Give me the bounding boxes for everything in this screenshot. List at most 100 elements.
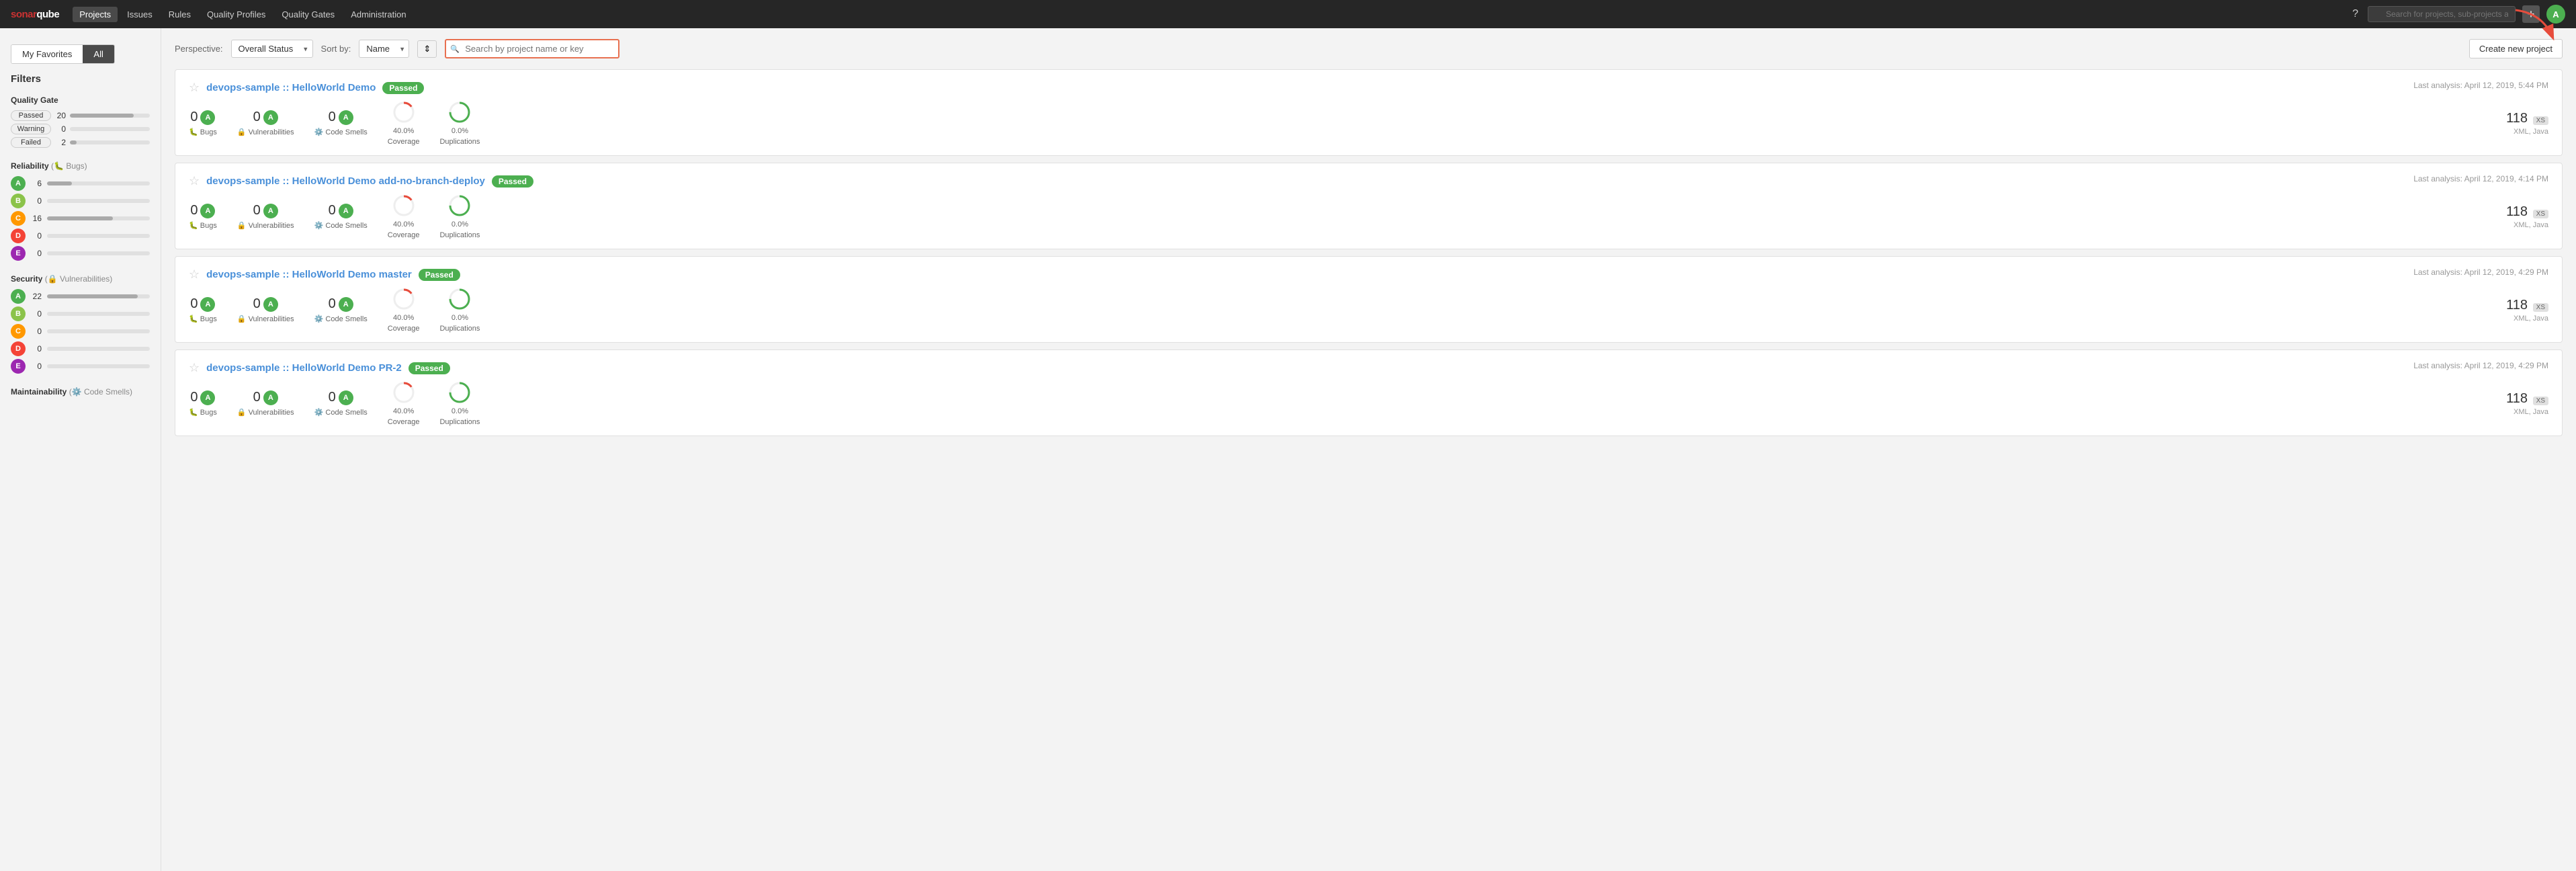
project-search-input[interactable]: [445, 39, 619, 58]
star-icon[interactable]: ☆: [189, 81, 200, 95]
global-search-wrap: [2368, 6, 2516, 22]
vuln-grade: A: [263, 110, 278, 125]
coverage-value: 40.0%: [393, 314, 414, 322]
sortby-select[interactable]: Name: [359, 40, 409, 58]
rel-grade-a-row[interactable]: A 6: [11, 176, 150, 191]
vuln-label: 🔒 Vulnerabilities: [237, 408, 294, 417]
nav-rules[interactable]: Rules: [162, 7, 198, 22]
project-card: ☆ devops-sample :: HelloWorld Demo maste…: [175, 256, 2563, 343]
code-smells-stat: 0 A ⚙️ Code Smells: [314, 203, 368, 230]
card-stats: 0 A 🐛 Bugs 0 A 🔒 Vulnerabilities 0 A ⚙️ …: [189, 287, 2548, 333]
nav-issues[interactable]: Issues: [120, 7, 159, 22]
smells-count: 0: [329, 203, 336, 218]
lines-count: 118: [2506, 204, 2528, 219]
coverage-value: 40.0%: [393, 127, 414, 135]
project-card: ☆ devops-sample :: HelloWorld Demo Passe…: [175, 69, 2563, 156]
smells-label: ⚙️ Code Smells: [314, 221, 368, 230]
top-navigation: sonarqube Projects Issues Rules Quality …: [0, 0, 2576, 28]
project-name-link[interactable]: devops-sample :: HelloWorld Demo master: [206, 269, 412, 280]
vuln-label: 🔒 Vulnerabilities: [237, 128, 294, 136]
project-name-link[interactable]: devops-sample :: HelloWorld Demo PR-2: [206, 362, 402, 374]
sec-grade-a-row[interactable]: A 22: [11, 289, 150, 304]
sec-grade-e-row[interactable]: E 0: [11, 359, 150, 374]
card-header: ☆ devops-sample :: HelloWorld Demo Passe…: [189, 81, 424, 95]
sec-a-count: 22: [31, 292, 42, 301]
coverage-stat: 40.0% Coverage: [388, 380, 420, 426]
rel-grade-c-row[interactable]: C 16: [11, 211, 150, 226]
bugs-stat: 0 A 🐛 Bugs: [189, 296, 217, 323]
project-name-link[interactable]: devops-sample :: HelloWorld Demo: [206, 82, 376, 93]
project-card: ☆ devops-sample :: HelloWorld Demo add-n…: [175, 163, 2563, 249]
help-button[interactable]: ?: [2350, 5, 2361, 23]
global-search-input[interactable]: [2368, 6, 2516, 22]
dup-label: Duplications: [439, 231, 480, 239]
star-icon[interactable]: ☆: [189, 174, 200, 188]
sortby-label: Sort by:: [321, 44, 351, 54]
rel-c-bar: [47, 216, 113, 220]
bugs-count: 0: [190, 203, 198, 218]
security-title: Security (🔒 Vulnerabilities): [11, 274, 150, 284]
nav-quality-gates[interactable]: Quality Gates: [275, 7, 341, 22]
tab-my-favorites[interactable]: My Favorites: [11, 45, 83, 63]
perspective-select[interactable]: Overall Status: [231, 40, 313, 58]
vuln-label: 🔒 Vulnerabilities: [237, 221, 294, 230]
rel-b-bar-wrap: [47, 199, 150, 203]
size-badge: XS: [2533, 210, 2548, 218]
code-smells-stat: 0 A ⚙️ Code Smells: [314, 296, 368, 323]
rel-grade-d-row[interactable]: D 0: [11, 229, 150, 243]
qg-passed-bar-wrap: [70, 114, 150, 118]
projects-list: ☆ devops-sample :: HelloWorld Demo Passe…: [175, 69, 2563, 436]
coverage-stat: 40.0% Coverage: [388, 100, 420, 146]
project-name-link[interactable]: devops-sample :: HelloWorld Demo add-no-…: [206, 175, 485, 187]
nav-projects[interactable]: Projects: [73, 7, 118, 22]
sec-grade-d-row[interactable]: D 0: [11, 341, 150, 356]
nav-administration[interactable]: Administration: [344, 7, 413, 22]
size-badge: XS: [2533, 303, 2548, 312]
qg-failed-bar-wrap: [70, 140, 150, 144]
star-icon[interactable]: ☆: [189, 267, 200, 282]
tech-tags: XML, Java: [2514, 128, 2548, 136]
user-avatar[interactable]: A: [2546, 5, 2565, 24]
rel-a-bar-wrap: [47, 181, 150, 185]
rel-e-count: 0: [31, 249, 42, 258]
sec-a-bar-wrap: [47, 294, 150, 298]
sec-grade-c-row[interactable]: C 0: [11, 324, 150, 339]
rel-grade-e-row[interactable]: E 0: [11, 246, 150, 261]
qg-warning-row[interactable]: Warning 0: [11, 124, 150, 134]
logo[interactable]: sonarqube: [11, 9, 59, 20]
duplications-stat: 0.0% Duplications: [439, 380, 480, 426]
create-new-project-button[interactable]: Create new project: [2469, 39, 2563, 58]
logo-text: sonarqube: [11, 9, 59, 20]
rel-grade-b-row[interactable]: B 0: [11, 194, 150, 208]
smells-count: 0: [329, 110, 336, 125]
qg-passed-row[interactable]: Passed 20: [11, 110, 150, 121]
sort-order-button[interactable]: ⇕: [417, 40, 437, 58]
rel-e-bar-wrap: [47, 251, 150, 255]
coverage-circle-svg: [392, 194, 416, 218]
sec-e-bar-wrap: [47, 364, 150, 368]
perspective-select-wrap: Overall Status: [231, 40, 313, 58]
filters-title: Filters: [11, 73, 150, 85]
bugs-grade: A: [200, 204, 215, 218]
dup-circle-svg: [447, 100, 472, 124]
sec-grade-b-row[interactable]: B 0: [11, 306, 150, 321]
bugs-grade: A: [200, 390, 215, 405]
qg-failed-row[interactable]: Failed 2: [11, 137, 150, 148]
nav-quality-profiles[interactable]: Quality Profiles: [200, 7, 272, 22]
code-smells-stat: 0 A ⚙️ Code Smells: [314, 110, 368, 136]
card-stats: 0 A 🐛 Bugs 0 A 🔒 Vulnerabilities 0 A ⚙️ …: [189, 380, 2548, 426]
sec-a-bar: [47, 294, 138, 298]
card-header: ☆ devops-sample :: HelloWorld Demo add-n…: [189, 174, 533, 188]
lines-stat: 118 XS XML, Java: [2506, 204, 2548, 229]
star-icon[interactable]: ☆: [189, 361, 200, 375]
add-button[interactable]: +: [2522, 5, 2540, 23]
rel-a-bar: [47, 181, 72, 185]
coverage-label: Coverage: [388, 418, 420, 426]
tab-all[interactable]: All: [83, 45, 114, 63]
lines-count: 118: [2506, 111, 2528, 126]
qg-warning-count: 0: [55, 124, 66, 134]
quality-gate-filter: Quality Gate Passed 20 Warning 0 Failed …: [11, 95, 150, 148]
rel-d-count: 0: [31, 231, 42, 241]
coverage-stat: 40.0% Coverage: [388, 194, 420, 239]
grade-d-circle: D: [11, 229, 26, 243]
